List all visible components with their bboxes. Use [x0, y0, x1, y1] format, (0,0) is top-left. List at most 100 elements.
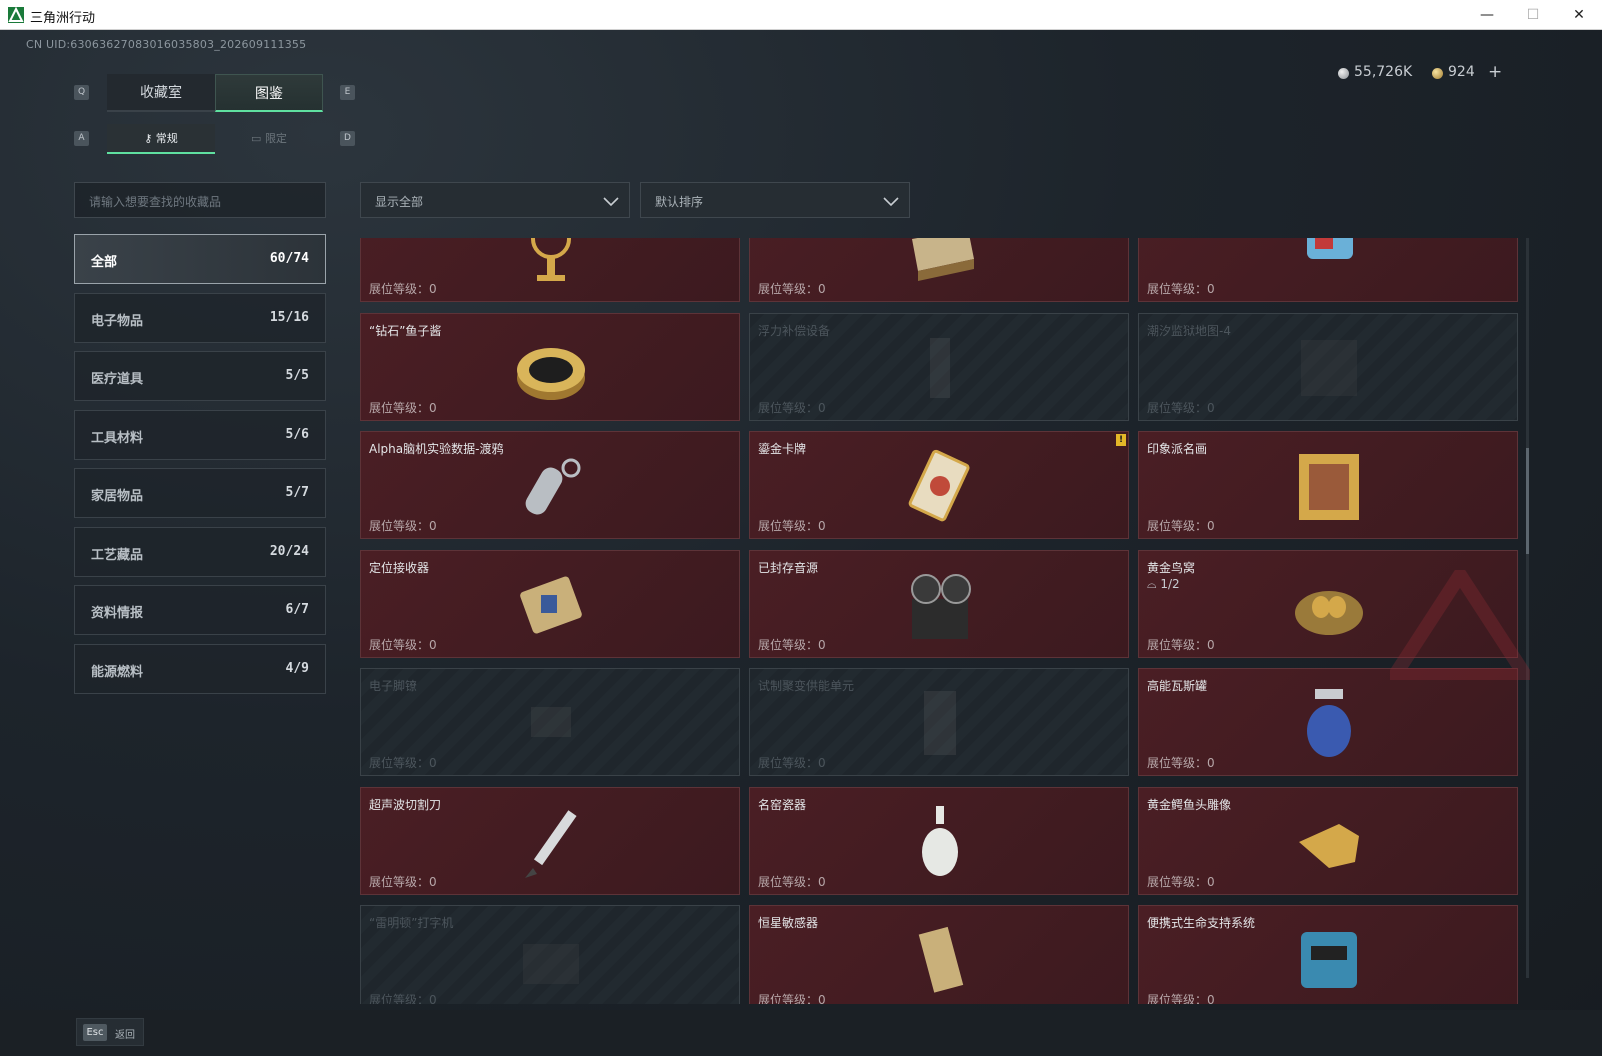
app-logo-icon	[8, 7, 24, 23]
display-level: 展位等级：0	[758, 993, 826, 1004]
currency-display: 55,726K 924 +	[1304, 60, 1534, 88]
collection-card[interactable]: Alpha脑机实验数据-渡鸦 展位等级：0	[360, 431, 740, 539]
collection-card[interactable]: 电子脚镣 展位等级：0	[360, 668, 740, 776]
sub-tabs: ⚷ 常规 ▭ 限定	[107, 124, 323, 154]
map-icon	[1289, 328, 1369, 408]
item-name: 名窑瓷器	[758, 797, 807, 812]
add-currency-button[interactable]: +	[1488, 62, 1502, 82]
category-item[interactable]: 工具材料 5/6	[74, 409, 326, 460]
display-level: 展位等级：0	[758, 756, 826, 770]
minimize-button[interactable]: —	[1464, 0, 1510, 30]
collection-card[interactable]: 恒星敏感器 展位等级：0	[749, 905, 1129, 1004]
filter-dropdown[interactable]: 显示全部	[360, 182, 630, 218]
category-count: 5/5	[285, 368, 309, 383]
bottom-bar	[0, 1010, 1602, 1056]
display-level: 展位等级：0	[369, 874, 437, 889]
filter-dropdown-value: 显示全部	[375, 195, 424, 209]
category-item[interactable]: 家居物品 5/7	[74, 468, 326, 518]
category-label: 资料情报	[91, 606, 144, 621]
collection-card[interactable]: “钻石”鱼子酱 展位等级：0	[360, 312, 740, 421]
collection-card[interactable]: 鎏金卡牌 展位等级：0!	[749, 431, 1129, 539]
maximize-button[interactable]: ☐	[1510, 0, 1556, 30]
tab-collection-room[interactable]: 收藏室	[107, 74, 215, 112]
search-input[interactable]: 请输入想要查找的收藏品	[74, 182, 326, 218]
tab-regular[interactable]: ⚷ 常规	[107, 124, 215, 154]
sort-dropdown-value: 默认排序	[655, 195, 704, 209]
display-level: 展位等级：0	[1147, 637, 1215, 652]
display-level: 展位等级：0	[1147, 519, 1215, 533]
item-name: 试制聚变供能单元	[758, 679, 855, 693]
display-level: 展位等级：0	[1147, 282, 1215, 296]
painting-icon	[1289, 446, 1369, 526]
buoyancy-device-icon	[900, 328, 980, 408]
search-placeholder: 请输入想要查找的收藏品	[89, 195, 222, 209]
collection-card[interactable]: 印象派名画展位等级：0	[1138, 431, 1518, 539]
category-item[interactable]: 工艺藏品 20/24	[74, 526, 326, 577]
collection-card[interactable]: 展位等级：0	[360, 238, 740, 302]
life-support-icon	[1289, 920, 1369, 1000]
chevron-down-icon	[603, 197, 619, 207]
collection-card[interactable]: 便携式生命支持系统 展位等级：0	[1138, 905, 1518, 1004]
category-item[interactable]: 资料情报 6/7	[74, 585, 326, 635]
category-item[interactable]: 电子物品 15/16	[74, 292, 326, 343]
reel-recorder-icon	[900, 565, 980, 645]
sort-dropdown[interactable]: 默认排序	[640, 182, 910, 218]
delta-logo-watermark-icon	[1390, 570, 1530, 680]
receiver-icon	[511, 565, 591, 645]
category-item[interactable]: 全部 60/74	[74, 234, 326, 284]
porcelain-vase-icon	[900, 802, 980, 882]
collection-card[interactable]: 展位等级：0	[1138, 238, 1518, 302]
collection-card[interactable]: 试制聚变供能单元 展位等级：0	[749, 668, 1129, 776]
tab-limited[interactable]: ▭ 限定	[215, 124, 323, 154]
item-name: 超声波切割刀	[369, 797, 442, 812]
item-name: “钻石”鱼子酱	[369, 323, 442, 338]
category-count: 15/16	[269, 309, 309, 325]
keyhint-a: A	[74, 131, 89, 146]
data-capsule-icon	[511, 446, 591, 526]
collection-card[interactable]: 已封存音源 展位等级：0	[749, 549, 1129, 658]
image-icon: ▭	[251, 132, 265, 145]
collection-card[interactable]: 浮力补偿设备 展位等级：0	[749, 312, 1129, 421]
collection-card[interactable]: 展位等级：0	[749, 238, 1129, 302]
item-name: Alpha脑机实验数据-渡鸦	[369, 442, 504, 456]
crocodile-head-icon	[1289, 802, 1369, 882]
gold-coin-icon	[1432, 68, 1443, 79]
collection-card[interactable]: 名窑瓷器 展位等级：0	[749, 786, 1129, 895]
category-label: 医疗道具	[91, 372, 144, 387]
category-item[interactable]: 能源燃料 4/9	[74, 643, 326, 694]
close-button[interactable]: ✕	[1556, 0, 1602, 30]
item-name: 印象派名画	[1147, 442, 1208, 456]
item-name: “雷明顿”打字机	[369, 916, 454, 930]
star-sensor-icon	[900, 920, 980, 1000]
golden-nest-icon	[1289, 565, 1369, 645]
collection-card[interactable]: 高能瓦斯罐 展位等级：0	[1138, 668, 1518, 776]
category-count: 5/6	[285, 426, 309, 442]
item-progress: ⌓ 1/2	[1147, 577, 1180, 592]
item-grid: 展位等级：0 展位等级：0 展位等级：0 “钻石”鱼子酱 展位等级：0 浮力补偿设备 展位等…	[360, 238, 1528, 1004]
category-count: 5/7	[285, 485, 309, 500]
display-level: 展位等级：0	[758, 400, 826, 415]
item-name: 潮汐监狱地图-4	[1147, 323, 1231, 338]
display-level: 展位等级：0	[1147, 993, 1215, 1004]
collection-card[interactable]: 潮汐监狱地图-4 展位等级：0	[1138, 312, 1518, 421]
ultrasonic-knife-icon	[511, 802, 591, 882]
scrollbar-thumb[interactable]	[1526, 448, 1529, 554]
collection-card[interactable]: 黄金鳄鱼头雕像 展位等级：0	[1138, 786, 1518, 895]
tab-limited-label: 限定	[264, 132, 287, 145]
caviar-tin-icon	[511, 328, 591, 408]
gilded-card-icon	[900, 446, 980, 526]
tab-catalog[interactable]: 图鉴	[215, 74, 323, 112]
collection-card[interactable]: 定位接收器 展位等级：0	[360, 549, 740, 658]
display-level: 展位等级：0	[369, 400, 437, 415]
item-name: 黄金鳄鱼头雕像	[1147, 797, 1232, 812]
item-progress-value: 1/2	[1160, 576, 1180, 591]
display-level: 展位等级：0	[758, 282, 826, 296]
main-tabs: 收藏室 图鉴	[107, 74, 323, 112]
collection-card[interactable]: “雷明顿”打字机 展位等级：0	[360, 905, 740, 1004]
category-count: 20/24	[269, 543, 309, 559]
category-count: 6/7	[285, 602, 309, 617]
category-item[interactable]: 医疗道具 5/5	[74, 351, 326, 401]
collection-card[interactable]: 超声波切割刀 展位等级：0	[360, 786, 740, 895]
typewriter-icon	[511, 920, 591, 1000]
back-button[interactable]: Esc 返回	[76, 1018, 144, 1046]
